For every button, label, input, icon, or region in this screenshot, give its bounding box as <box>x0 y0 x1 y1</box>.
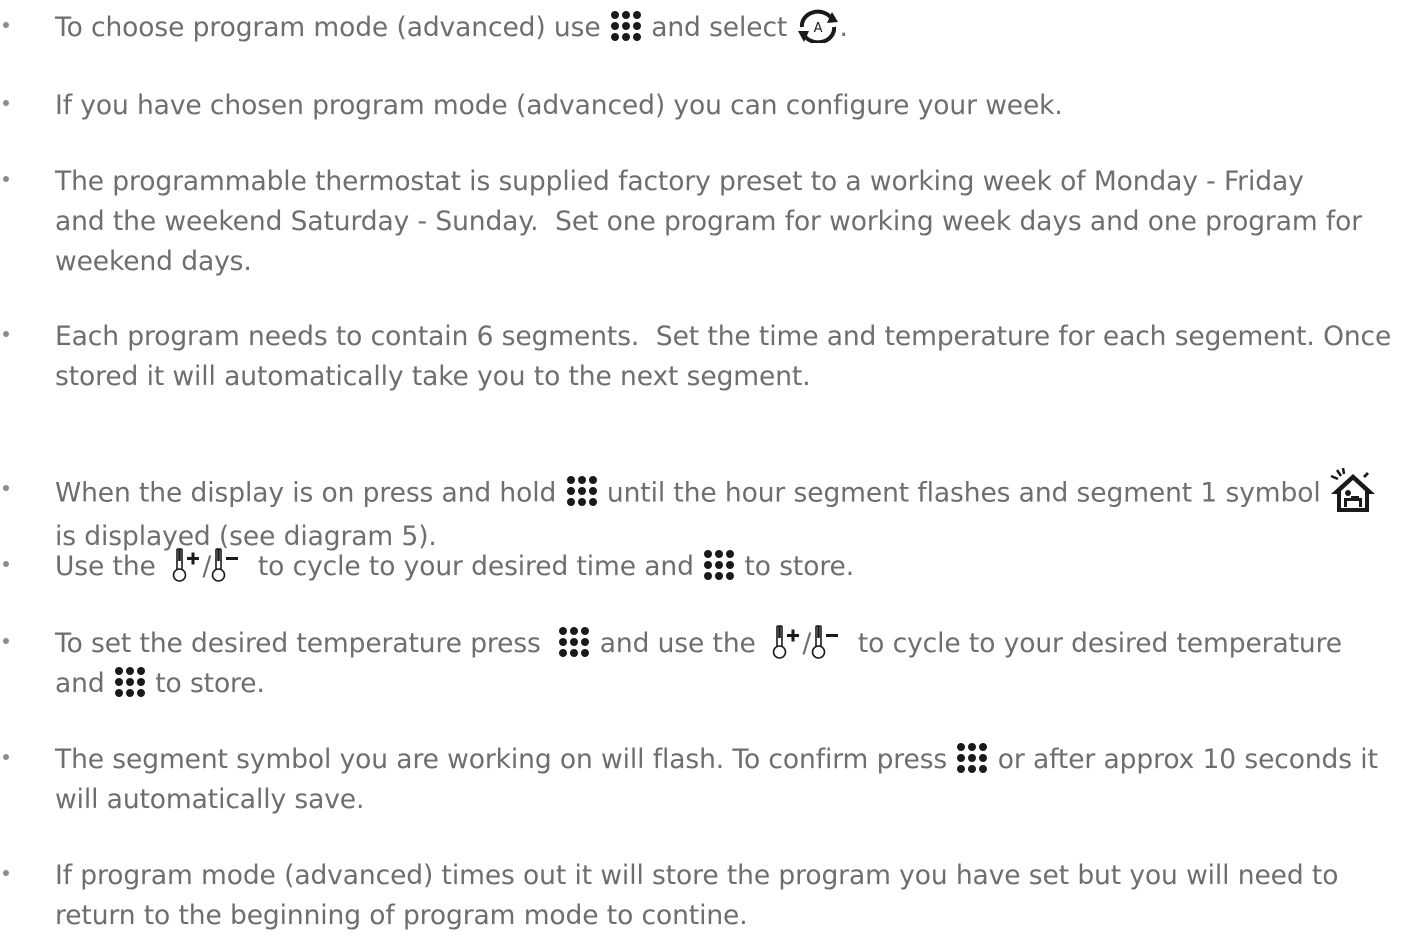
bullet-icon <box>3 176 9 182</box>
text-run: will automatically save. <box>55 784 365 815</box>
text-run: to cycle to your desired temperature <box>841 628 1342 659</box>
instruction-text: Each program needs to contain 6 segments… <box>55 317 1395 397</box>
instruction-text: To choose program mode (advanced) use an… <box>55 8 1395 48</box>
text-run: / <box>802 628 812 659</box>
menu-dots-icon <box>702 548 736 582</box>
text-run: To set the desired temperature press <box>55 628 558 659</box>
bullet-icon <box>3 638 9 644</box>
text-run: To choose program mode (advanced) use <box>55 12 609 43</box>
text-run: to store. <box>146 668 265 699</box>
instruction-text: The programmable thermostat is supplied … <box>55 162 1395 282</box>
temp-down-icon <box>811 624 841 660</box>
text-run: . <box>839 12 848 43</box>
menu-dots-icon <box>955 741 989 775</box>
instruction-text: Use the / to cycle to your desired time … <box>55 547 1395 587</box>
bullet-icon <box>3 100 9 106</box>
text-run: and use the <box>591 628 773 659</box>
menu-dots-icon <box>565 474 599 508</box>
text-run: and <box>55 668 113 699</box>
bullet-icon <box>3 22 9 28</box>
instruction-text: The segment symbol you are working on wi… <box>55 740 1395 820</box>
text-run: return to the beginning of program mode … <box>55 900 748 931</box>
instruction-item: Each program needs to contain 6 segments… <box>0 317 1403 392</box>
menu-dots-icon <box>609 9 643 43</box>
svg-text:A: A <box>813 21 822 36</box>
instruction-item: Use the / to cycle to your desired time … <box>0 547 1403 582</box>
instruction-item: To choose program mode (advanced) use an… <box>0 8 1403 43</box>
text-run: If you have chosen program mode (advance… <box>55 90 1063 121</box>
instruction-item: If you have chosen program mode (advance… <box>0 86 1403 121</box>
temp-down-icon <box>211 547 241 583</box>
text-run: stored it will automatically take you to… <box>55 361 811 392</box>
text-run: The segment symbol you are working on wi… <box>55 744 956 775</box>
bullet-icon <box>3 485 9 491</box>
auto-mode-icon: A <box>796 9 840 43</box>
text-run: If program mode (advanced) times out it … <box>55 860 1339 891</box>
text-run: and the weekend Saturday - Sunday. Set o… <box>55 206 1363 237</box>
temp-up-icon <box>172 547 202 583</box>
text-run: and select <box>642 12 796 43</box>
instruction-item: When the display is on press and hold un… <box>0 468 1403 552</box>
instruction-text: To set the desired temperature press and… <box>55 624 1395 704</box>
text-run: or after approx 10 seconds it <box>989 744 1378 775</box>
instruction-text: When the display is on press and hold un… <box>55 468 1395 557</box>
bullet-icon <box>3 870 9 876</box>
text-run: to cycle to your desired time and <box>241 551 703 582</box>
text-run: The programmable thermostat is supplied … <box>55 166 1304 197</box>
text-run: When the display is on press and hold <box>55 477 565 509</box>
bullet-icon <box>3 331 9 337</box>
instruction-text: If program mode (advanced) times out it … <box>55 856 1395 936</box>
menu-dots-icon <box>113 665 147 699</box>
bullet-icon <box>3 561 9 567</box>
instruction-text: If you have chosen program mode (advance… <box>55 86 1395 126</box>
text-run: / <box>202 551 212 582</box>
instruction-item: To set the desired temperature press and… <box>0 624 1403 699</box>
menu-dots-icon <box>557 625 591 659</box>
instruction-item: The programmable thermostat is supplied … <box>0 162 1403 277</box>
temp-up-icon <box>772 624 802 660</box>
text-run: to store. <box>736 551 855 582</box>
text-run: Each program needs to contain 6 segments… <box>55 321 1392 352</box>
text-run: weekend days. <box>55 246 252 277</box>
text-run: until the hour segment flashes and segme… <box>598 477 1329 509</box>
home-wake-icon <box>1329 468 1377 514</box>
bullet-icon <box>3 754 9 760</box>
text-run: Use the <box>55 551 173 582</box>
instruction-item: The segment symbol you are working on wi… <box>0 740 1403 815</box>
instruction-item: If program mode (advanced) times out it … <box>0 856 1403 931</box>
